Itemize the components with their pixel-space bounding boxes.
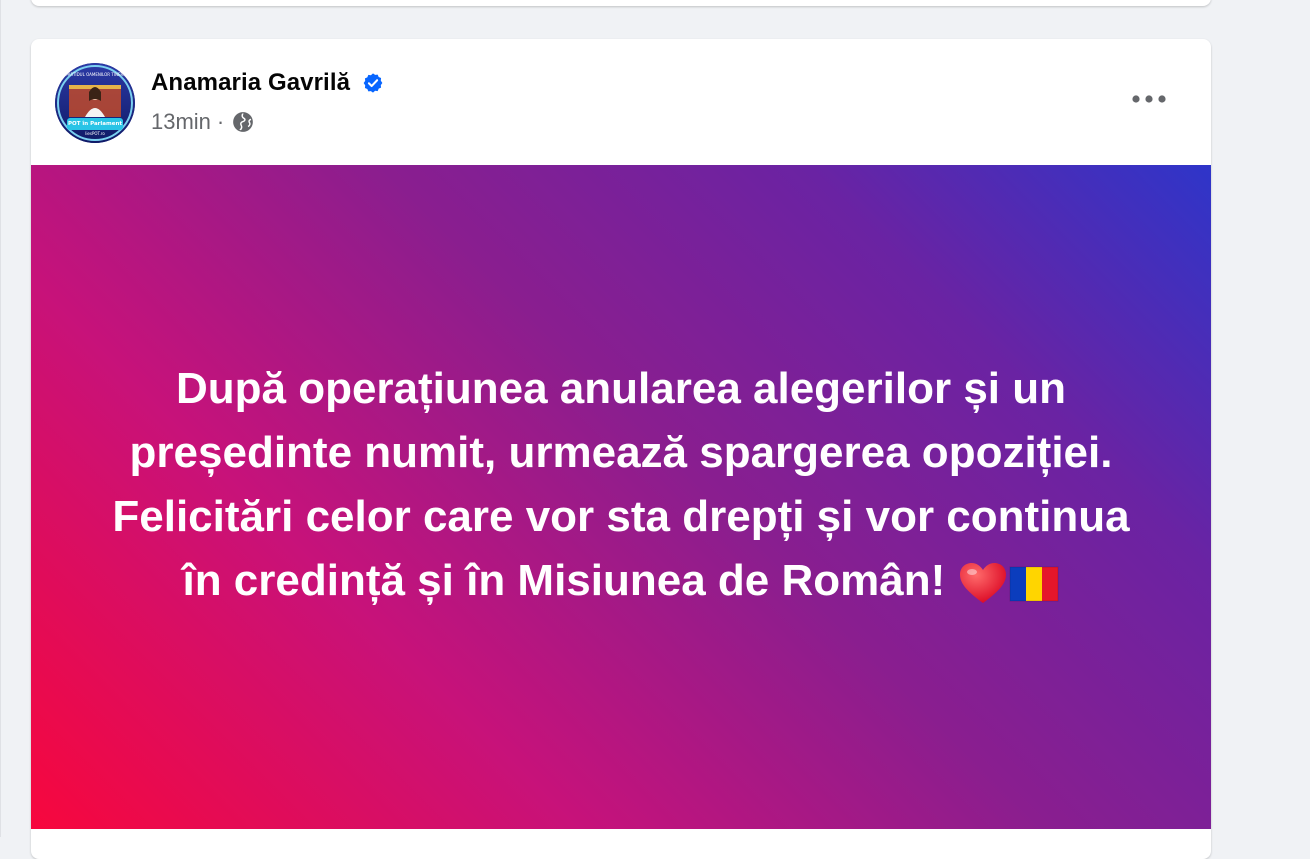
previous-post-card <box>31 0 1211 6</box>
meta-separator: · <box>216 109 225 134</box>
verified-badge-icon <box>362 72 384 94</box>
background-text-post[interactable]: După operațiunea anularea alegerilor și … <box>31 165 1211 829</box>
post-text-container: După operațiunea anularea alegerilor și … <box>101 357 1141 613</box>
left-edge-divider <box>0 0 1 837</box>
avatar-badge-text: POT în Parlament <box>68 120 122 127</box>
post-meta: 13min · <box>151 109 254 135</box>
more-options-icon <box>1132 95 1166 103</box>
globe-icon[interactable] <box>232 111 254 133</box>
author-row: Anamaria Gavrilă <box>151 69 384 97</box>
post-header: POT în Parlament liesPOT.ro PARTIDUL OAM… <box>31 39 1211 165</box>
author-avatar[interactable]: POT în Parlament liesPOT.ro PARTIDUL OAM… <box>55 63 135 143</box>
emoji-row <box>958 561 1060 605</box>
post-card: POT în Parlament liesPOT.ro PARTIDUL OAM… <box>31 39 1211 859</box>
author-name[interactable]: Anamaria Gavrilă <box>151 69 350 97</box>
avatar-image: POT în Parlament liesPOT.ro PARTIDUL OAM… <box>55 63 135 143</box>
avatar-site-text: liesPOT.ro <box>85 131 105 136</box>
romania-flag-emoji <box>1009 566 1059 602</box>
post-footer-edge <box>31 829 1211 839</box>
heart-emoji <box>959 563 1006 604</box>
more-options-button[interactable] <box>1125 77 1173 121</box>
post-timestamp[interactable]: 13min <box>151 109 211 135</box>
avatar-party-text: PARTIDUL OAMENILOR TINERI <box>66 72 125 77</box>
